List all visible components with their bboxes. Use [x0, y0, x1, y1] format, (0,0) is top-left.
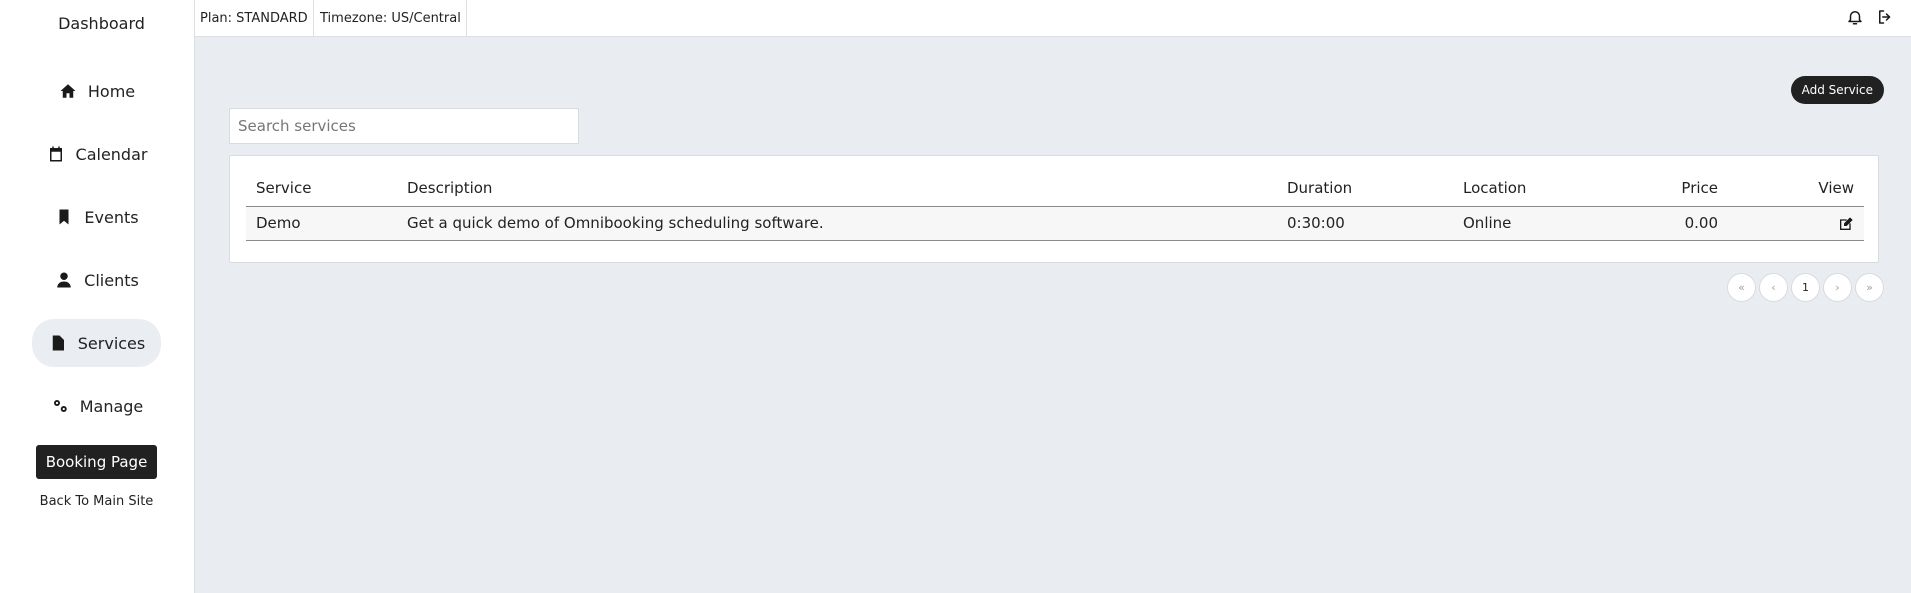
sidebar-item-services[interactable]: Services [32, 319, 161, 367]
sidebar-item-label: Clients [84, 270, 139, 290]
pagination-page-1[interactable]: 1 [1791, 273, 1820, 302]
gears-icon [50, 396, 70, 416]
pagination-last[interactable]: » [1855, 273, 1884, 302]
add-service-button[interactable]: Add Service [1790, 76, 1884, 104]
sidebar-item-label: Manage [79, 396, 144, 416]
topbar: Plan: STANDARD Timezone: US/Central [195, 0, 1911, 37]
bookmark-icon [54, 207, 74, 227]
file-icon [48, 333, 68, 353]
sidebar-item-label: Events [84, 207, 139, 227]
table-row: Demo Get a quick demo of Omnibooking sch… [246, 206, 1864, 241]
cell-description: Get a quick demo of Omnibooking scheduli… [397, 206, 1277, 241]
cell-service: Demo [246, 206, 397, 241]
back-to-main-site-link[interactable]: Back To Main Site [0, 494, 193, 509]
column-header-price: Price [1613, 170, 1728, 207]
cell-price: 0.00 [1613, 206, 1728, 241]
cell-duration: 0:30:00 [1277, 206, 1453, 241]
sidebar-item-events[interactable]: Events [32, 193, 161, 241]
sidebar-title: Dashboard [58, 14, 145, 33]
user-icon [54, 270, 74, 290]
sidebar-item-calendar[interactable]: Calendar [32, 130, 161, 178]
table-header-row: Service Description Duration Location Pr… [246, 170, 1864, 207]
pagination: « ‹ 1 › » [1727, 273, 1884, 302]
pagination-prev[interactable]: ‹ [1759, 273, 1788, 302]
calendar-icon [46, 144, 66, 164]
main-content: Add Service Service Description Duration… [195, 37, 1911, 593]
sidebar-item-clients[interactable]: Clients [32, 256, 161, 304]
home-icon [58, 81, 78, 101]
booking-page-button[interactable]: Booking Page [36, 445, 157, 479]
services-table: Service Description Duration Location Pr… [246, 170, 1864, 241]
edit-icon[interactable] [1838, 214, 1854, 232]
search-input[interactable] [229, 108, 579, 144]
services-table-card: Service Description Duration Location Pr… [229, 155, 1879, 263]
pagination-first[interactable]: « [1727, 273, 1756, 302]
column-header-view: View [1728, 170, 1864, 207]
sidebar-item-label: Services [77, 333, 146, 353]
column-header-duration: Duration [1277, 170, 1453, 207]
cell-view [1728, 206, 1864, 241]
column-header-location: Location [1453, 170, 1613, 207]
plan-label: Plan: STANDARD [195, 0, 314, 36]
logout-icon[interactable] [1874, 6, 1896, 28]
column-header-description: Description [397, 170, 1277, 207]
sidebar-item-label: Calendar [75, 144, 148, 164]
sidebar-item-label: Home [87, 81, 136, 101]
pagination-next[interactable]: › [1823, 273, 1852, 302]
sidebar: Dashboard Home Calendar Events Clients S… [0, 0, 195, 593]
timezone-label: Timezone: US/Central [315, 0, 467, 36]
column-header-service: Service [246, 170, 397, 207]
sidebar-item-manage[interactable]: Manage [32, 382, 161, 430]
cell-location: Online [1453, 206, 1613, 241]
bell-icon[interactable] [1844, 6, 1866, 28]
sidebar-item-home[interactable]: Home [32, 67, 161, 115]
